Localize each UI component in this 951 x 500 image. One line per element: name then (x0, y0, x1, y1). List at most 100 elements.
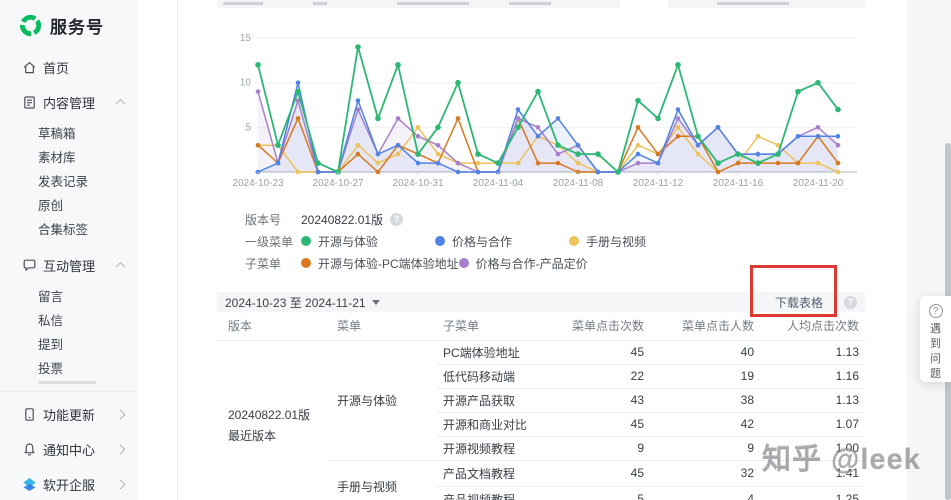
svg-text:2024-10-27: 2024-10-27 (312, 178, 364, 189)
sidebar-item-home[interactable]: 首页 (0, 50, 138, 85)
avg-cell: 1.07 (760, 412, 865, 436)
download-table-button[interactable]: 下载表格 (775, 294, 823, 311)
diamond-icon (22, 477, 37, 492)
chevron-right-icon (116, 410, 126, 420)
version-label: 版本号 (245, 211, 301, 228)
sidebar-item-label: 私信 (38, 310, 63, 329)
column-header: 版本 (217, 312, 329, 340)
svg-text:2024-10-23: 2024-10-23 (232, 178, 284, 189)
help-float-label-char: 题 (930, 367, 941, 382)
chevron-up-icon (116, 262, 126, 272)
help-float-label-char: 问 (930, 352, 941, 367)
legend-color-dot (301, 236, 311, 246)
legend-group-label: 一级菜单 (245, 233, 301, 250)
sidebar-item-label: 投票 (38, 358, 63, 377)
users-cell: 40 (650, 340, 760, 364)
sidebar-item-publish-history[interactable]: 发表记录 (0, 168, 138, 192)
help-float-button[interactable]: ? 遇到问题 (920, 296, 951, 382)
sidebar: 服务号 首页内容管理草稿箱素材库发表记录原创合集标签互动管理留言私信提到投票功能… (0, 0, 138, 500)
cropped-text-fragment (397, 2, 469, 5)
svg-text:2024-11-08: 2024-11-08 (553, 178, 604, 189)
legend-color-dot (435, 236, 445, 246)
submenu-cell: 开源产品获取 (437, 388, 540, 412)
sidebar-item-comments[interactable]: 留言 (0, 283, 138, 307)
sidebar-item-interaction-mgmt[interactable]: 互动管理 (0, 248, 138, 283)
sidebar-item-original[interactable]: 原创 (0, 192, 138, 216)
sidebar-item-private-messages[interactable]: 私信 (0, 307, 138, 331)
clicks-cell: 5 (540, 486, 650, 500)
column-header: 菜单点击次数 (540, 312, 650, 340)
clicks-cell: 45 (540, 412, 650, 436)
menu-stats-table: 版本菜单子菜单菜单点击次数菜单点击人数人均点击次数 20240822.01版最近… (217, 312, 865, 500)
svg-text:2024-11-04: 2024-11-04 (473, 178, 524, 189)
menu-stats-section: 2024-10-23 至 2024-11-21 下载表格 ? 版本菜单子菜单菜单… (217, 292, 865, 500)
column-header: 菜单 (329, 312, 437, 340)
help-float-label-char: 遇 (930, 322, 941, 337)
legend-level1-row: 一级菜单开源与体验价格与合作手册与视频 (217, 230, 865, 252)
legend-submenu-row: 子菜单开源与体验-PC端体验地址价格与合作-产品定价 (217, 252, 865, 274)
svg-text:2024-11-20: 2024-11-20 (793, 178, 844, 189)
cropped-text-fragment (313, 2, 327, 5)
app-window: 服务号 首页内容管理草稿箱素材库发表记录原创合集标签互动管理留言私信提到投票功能… (0, 0, 951, 500)
sidebar-item-label: 原创 (38, 195, 63, 214)
sidebar-divider (0, 391, 138, 392)
chevron-right-icon (116, 445, 126, 455)
menu-cell: 开源与体验 (329, 340, 437, 460)
sidebar-item-label: 功能更新 (43, 405, 95, 424)
sidebar-item-collection-tags[interactable]: 合集标签 (0, 216, 138, 240)
brand-name: 服务号 (50, 13, 104, 38)
cropped-text-fragment (509, 2, 551, 5)
sidebar-item-label: 合集标签 (38, 219, 88, 238)
svg-text:2024-11-16: 2024-11-16 (713, 178, 764, 189)
sidebar-item-label: 发表记录 (38, 171, 88, 190)
device-icon (22, 407, 37, 422)
sidebar-item-label: 素材库 (38, 147, 76, 166)
users-cell: 4 (650, 486, 760, 500)
column-header: 子菜单 (437, 312, 540, 340)
sidebar-item-label: 首页 (43, 58, 69, 77)
legend-color-dot (569, 236, 579, 246)
svg-text:10: 10 (240, 78, 252, 89)
sidebar-item-enterprise-service[interactable]: 软开企服 (0, 467, 138, 500)
submenu-cell: 开源和商业对比 (437, 412, 540, 436)
sidebar-item-assets[interactable]: 素材库 (0, 144, 138, 168)
sidebar-item-feature-updates[interactable]: 功能更新 (0, 397, 138, 432)
chevron-down-icon[interactable] (372, 300, 380, 305)
clicks-cell: 9 (540, 436, 650, 460)
cropped-text-fragment (223, 2, 263, 5)
users-cell: 19 (650, 364, 760, 388)
sidebar-nav: 首页内容管理草稿箱素材库发表记录原创合集标签互动管理留言私信提到投票功能更新通知… (0, 50, 138, 500)
doc-icon (22, 95, 37, 110)
sidebar-item-label: 提到 (38, 334, 63, 353)
users-cell: 38 (650, 388, 760, 412)
legend-item[interactable]: 开源与体验 (301, 233, 435, 250)
sidebar-item-content-mgmt[interactable]: 内容管理 (0, 85, 138, 120)
date-range-filter[interactable]: 2024-10-23 至 2024-11-21 (225, 294, 366, 311)
bell-icon (22, 442, 37, 457)
submenu-cell: 开源视频教程 (437, 436, 540, 460)
version-help-icon[interactable]: ? (390, 213, 403, 226)
question-icon: ? (929, 304, 943, 318)
submenu-cell: PC端体验地址 (437, 340, 540, 364)
table-help-icon[interactable]: ? (844, 296, 857, 309)
legend-item-label: 手册与视频 (586, 233, 646, 250)
legend-item[interactable]: 开源与体验-PC端体验地址 (301, 255, 459, 272)
sidebar-item-votes[interactable]: 投票 (0, 355, 138, 379)
legend-item[interactable]: 价格与合作 (435, 233, 569, 250)
chart-legend: 版本号 20240822.01版 ? 一级菜单开源与体验价格与合作手册与视频 子… (217, 208, 865, 274)
sidebar-item-label: 通知中心 (43, 440, 95, 459)
brand: 服务号 (0, 0, 138, 50)
sidebar-item-clipped (0, 379, 138, 386)
sidebar-item-notification-center[interactable]: 通知中心 (0, 432, 138, 467)
sidebar-item-drafts[interactable]: 草稿箱 (0, 120, 138, 144)
avg-cell: 1.00 (760, 436, 865, 460)
clicks-cell: 43 (540, 388, 650, 412)
legend-item[interactable]: 手册与视频 (569, 233, 703, 250)
legend-item[interactable]: 价格与合作-产品定价 (459, 255, 593, 272)
content-divider-line (177, 0, 178, 500)
legend-version-row: 版本号 20240822.01版 ? (217, 208, 865, 230)
sidebar-item-mentions[interactable]: 提到 (0, 331, 138, 355)
chevron-right-icon (116, 480, 126, 490)
sidebar-item-label: 互动管理 (43, 256, 95, 275)
table-toolbar: 2024-10-23 至 2024-11-21 下载表格 ? (217, 292, 865, 312)
